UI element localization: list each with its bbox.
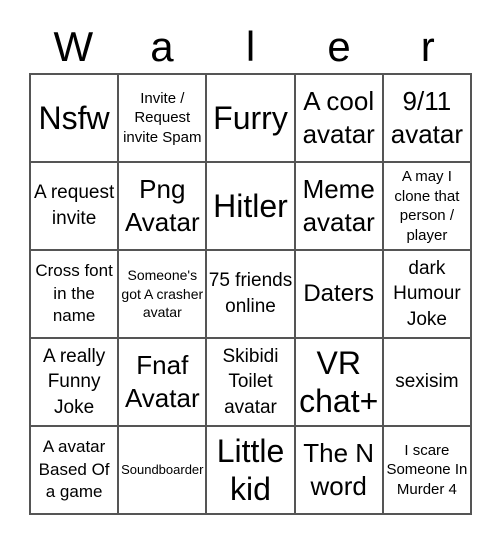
bingo-cell-text: Nsfw	[38, 99, 110, 136]
bingo-cell-text: A really Funny Joke	[42, 345, 106, 418]
bingo-cell[interactable]: A request invite	[30, 162, 119, 250]
bingo-cell[interactable]: Skibidi Toilet avatar	[206, 338, 295, 426]
bingo-cell-text: Skibidi Toilet avatar	[222, 345, 279, 418]
bingo-cell[interactable]: Daters	[294, 250, 383, 338]
bingo-cell-text: A avatar Based Of a game	[38, 436, 110, 502]
bingo-cell-text: Fnaf Avatar	[124, 349, 200, 413]
bingo-cell[interactable]: Someone's got A crasher avatar	[118, 250, 207, 338]
bingo-cell[interactable]: VR chat+	[294, 338, 383, 426]
bingo-cell[interactable]: A cool avatar	[294, 74, 383, 162]
bingo-cell[interactable]: Meme avatar	[294, 162, 383, 250]
bingo-cell-text: A may I clone that person / player	[394, 168, 460, 244]
bingo-cell[interactable]: dark Humour Joke	[382, 250, 471, 338]
bingo-cell[interactable]: A really Funny Joke	[30, 338, 119, 426]
bingo-cell-text: dark Humour Joke	[393, 257, 461, 330]
title-letter: l	[245, 23, 256, 70]
bingo-cell[interactable]: 75 friends online	[206, 250, 295, 338]
bingo-cell-text: Cross font in the name	[35, 260, 113, 326]
bingo-grid: Nsfw Invite / Request invite Spam Furry A c…	[29, 73, 472, 515]
bingo-cell-text: Little kid	[216, 432, 285, 507]
bingo-cell[interactable]: sexisim	[382, 338, 471, 426]
bingo-cell[interactable]: I scare Someone In Murder 4	[382, 426, 471, 514]
bingo-cell[interactable]: Little kid	[206, 426, 295, 514]
bingo-cell-text: 9/11 avatar	[390, 85, 464, 149]
bingo-cell-text: Daters	[303, 279, 375, 307]
bingo-cell-text: Furry	[213, 99, 288, 136]
bingo-cell[interactable]: Invite / Request invite Spam	[118, 74, 207, 162]
bingo-cell[interactable]: Cross font in the name	[30, 250, 119, 338]
bingo-cell-text: sexisim	[395, 371, 459, 393]
bingo-cell-text: Hitler	[213, 187, 288, 224]
bingo-cell[interactable]: 9/11 avatar	[382, 74, 471, 162]
bingo-cell[interactable]: Fnaf Avatar	[118, 338, 207, 426]
bingo-cell-text: The N word	[303, 437, 375, 501]
bingo-cell-text: Invite / Request invite Spam	[123, 89, 202, 146]
bingo-cell-text: A cool avatar	[302, 85, 375, 149]
title-letter: r	[420, 23, 435, 70]
bingo-cell-text: A request invite	[33, 182, 115, 229]
bingo-cell[interactable]: Furry	[206, 74, 295, 162]
bingo-cell-text: I scare Someone In Murder 4	[386, 441, 468, 498]
bingo-cell[interactable]: Hitler	[206, 162, 295, 250]
bingo-cell[interactable]: A avatar Based Of a game	[30, 426, 119, 514]
title-letter: a	[150, 23, 174, 70]
bingo-cell-text: Soundboarder	[121, 461, 204, 477]
bingo-cell-text: VR chat+	[299, 344, 379, 419]
bingo-cell[interactable]: Soundboarder	[118, 426, 207, 514]
bingo-title: W a l e r	[29, 22, 472, 72]
bingo-cell[interactable]: A may I clone that person / player	[382, 162, 471, 250]
title-letter: W	[53, 23, 94, 70]
title-letter: e	[327, 23, 351, 70]
bingo-cell-text: Png Avatar	[124, 173, 200, 237]
bingo-cell-text: Someone's got A crasher avatar	[121, 266, 204, 321]
bingo-cell[interactable]: The N word	[294, 426, 383, 514]
bingo-cell[interactable]: Nsfw	[30, 74, 119, 162]
bingo-cell[interactable]: Png Avatar	[118, 162, 207, 250]
bingo-cell-text: 75 friends online	[208, 270, 293, 317]
bingo-cell-text: Meme avatar	[302, 173, 375, 237]
